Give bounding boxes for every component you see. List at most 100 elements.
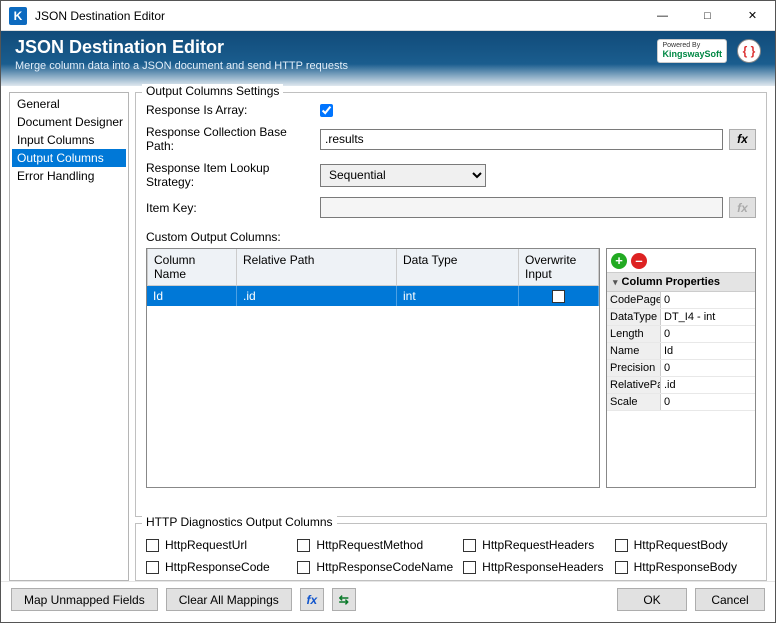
diag-checkbox[interactable]: [463, 539, 476, 552]
clear-all-mappings-button[interactable]: Clear All Mappings: [166, 588, 292, 611]
diag-checkbox[interactable]: [297, 561, 310, 574]
base-path-input[interactable]: [320, 129, 723, 150]
table-row[interactable]: Id.idint: [147, 286, 599, 306]
column-properties-panel: + – ▾ Column Properties CodePage0DataTyp…: [606, 248, 756, 488]
property-key: Scale: [607, 394, 661, 410]
chevron-down-icon: ▾: [613, 277, 618, 288]
diag-label: HttpRequestMethod: [316, 538, 423, 552]
cell-path[interactable]: .id: [237, 286, 397, 306]
grid-header: Column Name Relative Path Data Type Over…: [147, 249, 599, 286]
diag-checkbox[interactable]: [146, 539, 159, 552]
custom-columns-grid[interactable]: Column Name Relative Path Data Type Over…: [146, 248, 600, 488]
cell-overwrite[interactable]: [519, 286, 599, 306]
property-row[interactable]: Length0: [607, 326, 755, 343]
json-icon: { }: [737, 39, 761, 63]
base-path-fx-button[interactable]: fx: [729, 129, 756, 150]
grid-header-type[interactable]: Data Type: [397, 249, 519, 285]
column-properties-header[interactable]: ▾ Column Properties: [607, 273, 755, 292]
diag-label: HttpRequestUrl: [165, 538, 247, 552]
diag-item-httprequestheaders: HttpRequestHeaders: [463, 538, 604, 552]
http-diagnostics-group: HTTP Diagnostics Output Columns HttpRequ…: [135, 523, 767, 581]
property-key: DataType: [607, 309, 661, 325]
property-value[interactable]: DT_I4 - int: [661, 309, 755, 325]
map-unmapped-button[interactable]: Map Unmapped Fields: [11, 588, 158, 611]
property-value[interactable]: 0: [661, 394, 755, 410]
column-properties-title: Column Properties: [622, 276, 720, 288]
diag-item-httprequesturl: HttpRequestUrl: [146, 538, 287, 552]
property-value[interactable]: Id: [661, 343, 755, 359]
banner-logos: Powered By KingswaySoft { }: [657, 39, 761, 63]
property-key: Length: [607, 326, 661, 342]
kingswaysoft-logo: Powered By KingswaySoft: [657, 39, 727, 63]
property-row[interactable]: Scale0: [607, 394, 755, 411]
sidebar-item-output-columns[interactable]: Output Columns: [12, 149, 126, 167]
property-value[interactable]: 0: [661, 326, 755, 342]
diag-label: HttpRequestBody: [634, 538, 728, 552]
bottom-bar: Map Unmapped Fields Clear All Mappings f…: [1, 581, 775, 617]
diag-item-httpresponsecodename: HttpResponseCodeName: [297, 560, 453, 574]
property-row[interactable]: Precision0: [607, 360, 755, 377]
diag-checkbox[interactable]: [615, 561, 628, 574]
item-key-label: Item Key:: [146, 201, 314, 215]
diag-label: HttpResponseBody: [634, 560, 737, 574]
property-value[interactable]: 0: [661, 360, 755, 376]
fx-toolbar-button[interactable]: fx: [300, 588, 324, 611]
response-is-array-checkbox[interactable]: [320, 104, 333, 117]
property-row[interactable]: CodePage0: [607, 292, 755, 309]
minimize-button[interactable]: —: [640, 1, 685, 31]
remove-column-icon[interactable]: –: [631, 253, 647, 269]
custom-columns-label: Custom Output Columns:: [146, 230, 756, 244]
diag-item-httpresponsecode: HttpResponseCode: [146, 560, 287, 574]
diag-checkbox[interactable]: [615, 539, 628, 552]
sidebar: GeneralDocument DesignerInput ColumnsOut…: [9, 92, 129, 581]
diag-checkbox[interactable]: [146, 561, 159, 574]
close-button[interactable]: ✕: [730, 1, 775, 31]
banner: JSON Destination Editor Merge column dat…: [1, 31, 775, 86]
window-title: JSON Destination Editor: [35, 9, 640, 23]
sidebar-item-error-handling[interactable]: Error Handling: [12, 167, 126, 185]
diag-label: HttpResponseCode: [165, 560, 270, 574]
property-row[interactable]: DataTypeDT_I4 - int: [607, 309, 755, 326]
item-key-input: [320, 197, 723, 218]
property-row[interactable]: NameId: [607, 343, 755, 360]
diag-checkbox[interactable]: [297, 539, 310, 552]
diag-item-httpresponsebody: HttpResponseBody: [615, 560, 756, 574]
diag-item-httpresponseheaders: HttpResponseHeaders: [463, 560, 604, 574]
property-value[interactable]: .id: [661, 377, 755, 393]
base-path-label: Response Collection Base Path:: [146, 125, 314, 153]
property-row[interactable]: RelativePath.id: [607, 377, 755, 394]
overwrite-checkbox[interactable]: [552, 290, 565, 303]
cell-type[interactable]: int: [397, 286, 519, 306]
sidebar-item-general[interactable]: General: [12, 95, 126, 113]
sidebar-item-input-columns[interactable]: Input Columns: [12, 131, 126, 149]
add-column-icon[interactable]: +: [611, 253, 627, 269]
grid-header-overwrite[interactable]: Overwrite Input: [519, 249, 599, 285]
titlebar: K JSON Destination Editor — □ ✕: [1, 1, 775, 31]
app-icon: K: [9, 7, 27, 25]
diag-item-httprequestmethod: HttpRequestMethod: [297, 538, 453, 552]
mapping-toolbar-button[interactable]: ⇆: [332, 588, 356, 611]
banner-heading: JSON Destination Editor: [15, 37, 348, 58]
sidebar-item-document-designer[interactable]: Document Designer: [12, 113, 126, 131]
banner-subtitle: Merge column data into a JSON document a…: [15, 60, 348, 72]
diag-checkbox[interactable]: [463, 561, 476, 574]
cell-name[interactable]: Id: [147, 286, 237, 306]
grid-header-name[interactable]: Column Name: [147, 249, 237, 285]
http-diagnostics-legend: HTTP Diagnostics Output Columns: [142, 515, 337, 529]
diag-item-httprequestbody: HttpRequestBody: [615, 538, 756, 552]
cancel-button[interactable]: Cancel: [695, 588, 765, 611]
lookup-strategy-select[interactable]: Sequential: [320, 164, 486, 187]
diag-label: HttpRequestHeaders: [482, 538, 594, 552]
item-key-fx-button: fx: [729, 197, 756, 218]
output-columns-settings-group: Output Columns Settings Response Is Arra…: [135, 92, 767, 517]
property-key: RelativePath: [607, 377, 661, 393]
ok-button[interactable]: OK: [617, 588, 687, 611]
property-key: Name: [607, 343, 661, 359]
response-is-array-label: Response Is Array:: [146, 103, 314, 117]
grid-header-path[interactable]: Relative Path: [237, 249, 397, 285]
diag-label: HttpResponseHeaders: [482, 560, 603, 574]
diag-label: HttpResponseCodeName: [316, 560, 453, 574]
property-value[interactable]: 0: [661, 292, 755, 308]
maximize-button[interactable]: □: [685, 1, 730, 31]
output-settings-legend: Output Columns Settings: [142, 84, 283, 98]
